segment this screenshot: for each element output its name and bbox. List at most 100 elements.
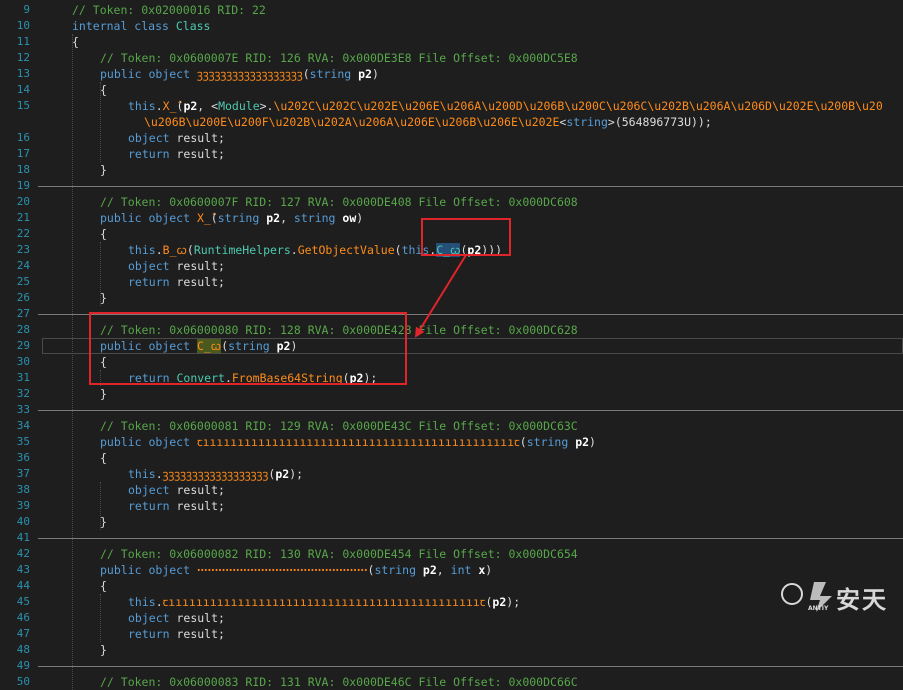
code-text: return result;	[128, 626, 225, 642]
line-number: 46	[16, 611, 30, 624]
code-text: object result;	[128, 258, 225, 274]
code-line[interactable]: 48}	[0, 642, 903, 658]
indent-guide	[100, 82, 101, 162]
code-line[interactable]: 32}	[0, 386, 903, 402]
code-line[interactable]: 9 // Token: 0x02000016 RID: 22	[0, 2, 903, 18]
code-token: result;	[176, 131, 225, 145]
line-number: 12	[16, 51, 30, 64]
code-text: \u206B\u200E\u200F\u202B\u202A\u206A\u20…	[144, 114, 712, 130]
code-line[interactable]: 18}	[0, 162, 903, 178]
code-line[interactable]: 13 public object ꝫꝫꝫꝫꝫꝫꝫꝫꝫꝫꝫꝫꝫꝫꝫꝫꝫꝫ(strin…	[0, 66, 903, 82]
code-line[interactable]: \u206B\u200E\u200F\u202B\u202A\u206A\u20…	[0, 114, 903, 130]
line-number: 21	[16, 211, 30, 224]
code-line[interactable]: 38 object result;	[0, 482, 903, 498]
code-token: .	[155, 99, 163, 113]
code-line[interactable]: 45 this.ꞇıııııııııııııııııııııııııııııııı…	[0, 594, 903, 610]
line-number: 42	[16, 547, 30, 560]
code-token: public	[100, 563, 149, 577]
code-token: ow	[342, 211, 357, 225]
code-token: // Token: 0x06000083 RID: 131 RVA: 0x000…	[100, 675, 578, 689]
code-token: .	[155, 595, 163, 609]
code-editor[interactable]: 9 // Token: 0x02000016 RID: 22 10 internal …	[0, 0, 903, 690]
code-token: ꞏꞏꞏꞏꞏꞏꞏꞏꞏꞏꞏꞏꞏꞏꞏꞏꞏꞏꞏꞏꞏꞏꞏꞏꞏꞏꞏꞏꞏꞏꞏꞏꞏꞏꞏꞏꞏꞏꞏꞏ…	[196, 563, 368, 577]
indent-guide	[72, 34, 73, 690]
code-text: object result;	[128, 130, 225, 146]
code-line[interactable]: 14 {	[0, 82, 903, 98]
code-line[interactable]: 12 // Token: 0x0600007E RID: 126 RVA: 0x0…	[0, 50, 903, 66]
code-token: }	[100, 643, 107, 657]
indent-guide	[100, 594, 101, 642]
code-text: }	[100, 386, 107, 402]
code-token: (	[210, 211, 218, 225]
code-line[interactable]: 50 // Token: 0x06000083 RID: 131 RVA: 0x0…	[0, 674, 903, 690]
code-line[interactable]: 20 // Token: 0x0600007F RID: 127 RVA: 0x0…	[0, 194, 903, 210]
code-token: )	[485, 563, 493, 577]
line-number: 10	[16, 19, 30, 32]
code-line[interactable]: 25 return result;	[0, 274, 903, 290]
code-token: >(564896773U));	[607, 115, 712, 129]
code-line[interactable]: 34 // Token: 0x06000081 RID: 129 RVA: 0x0…	[0, 418, 903, 434]
line-number: 39	[16, 499, 30, 512]
code-line[interactable]: 40}	[0, 514, 903, 530]
code-token: ,	[436, 563, 451, 577]
code-line[interactable]: 30 {	[0, 354, 903, 370]
code-line[interactable]: 44 {	[0, 578, 903, 594]
line-number: 38	[16, 483, 30, 496]
code-line[interactable]: 23 this.B_ꞷ(RuntimeHelpers.GetObjectValue…	[0, 242, 903, 258]
code-line[interactable]: 11 {	[0, 34, 903, 50]
line-number: 33	[16, 403, 30, 416]
line-number: 24	[16, 259, 30, 272]
code-token: string	[374, 563, 423, 577]
code-line[interactable]: 10 internal class Class	[0, 18, 903, 34]
code-token: )	[589, 435, 596, 449]
code-text: {	[100, 578, 107, 594]
code-token: string	[309, 67, 359, 81]
code-token: }	[100, 387, 107, 401]
code-token: this	[128, 243, 156, 257]
code-line[interactable]: 46 object result;	[0, 610, 903, 626]
code-text: internal class Class	[72, 18, 210, 34]
indent-guide	[100, 370, 101, 386]
code-line[interactable]: 47 return result;	[0, 626, 903, 642]
code-line[interactable]: 42 // Token: 0x06000082 RID: 130 RVA: 0x0…	[0, 546, 903, 562]
antiy-watermark: © ANTIY 安天	[780, 578, 892, 614]
code-token: .	[290, 243, 298, 257]
code-line[interactable]: 24 object result;	[0, 258, 903, 274]
code-line[interactable]: 36 {	[0, 450, 903, 466]
code-token: object	[148, 435, 197, 449]
code-token: Class	[175, 19, 211, 33]
code-token: ꝫꝫꝫꝫꝫꝫꝫꝫꝫꝫꝫꝫꝫꝫꝫꝫꝫꝫ	[196, 67, 303, 81]
code-token: }	[100, 163, 107, 177]
code-line[interactable]: 26}	[0, 290, 903, 306]
code-token: >.	[259, 99, 274, 113]
code-token: {	[100, 227, 107, 241]
line-number: 23	[16, 243, 30, 256]
code-token: Convert	[176, 371, 225, 385]
code-token: object	[148, 67, 197, 81]
code-token: RuntimeHelpers	[193, 243, 291, 257]
code-line[interactable]: 37 this.ꝫꝫꝫꝫꝫꝫꝫꝫꝫꝫꝫꝫꝫꝫꝫꝫꝫꝫ(p2);	[0, 466, 903, 482]
line-number: 43	[16, 563, 30, 576]
code-line[interactable]: 35 public object ꞇııııııııııııııııııııııı…	[0, 434, 903, 450]
code-line[interactable]: 39 return result;	[0, 498, 903, 514]
watermark-brand-text: 安天	[836, 586, 888, 614]
code-line[interactable]: 22 {	[0, 226, 903, 242]
code-text: // Token: 0x02000016 RID: 22	[72, 2, 266, 18]
code-line[interactable]: 28 // Token: 0x06000080 RID: 128 RVA: 0x0…	[0, 322, 903, 338]
code-token: , <	[197, 99, 219, 113]
method-separator	[38, 410, 903, 411]
code-line[interactable]: 15 this.X_̂(p2, <Module>.\u202C\u202C\u20…	[0, 98, 903, 114]
code-text: return result;	[128, 274, 225, 290]
code-token: public	[100, 435, 149, 449]
code-line[interactable]: 17 return result;	[0, 146, 903, 162]
code-token: int	[450, 563, 479, 577]
code-token: // Token: 0x06000082 RID: 130 RVA: 0x000…	[100, 547, 578, 561]
line-number: 25	[16, 275, 30, 288]
code-token: this	[401, 243, 430, 257]
code-line[interactable]: 16 object result;	[0, 130, 903, 146]
code-token: p2	[358, 67, 372, 81]
code-text: return result;	[128, 498, 225, 514]
code-line[interactable]: 21 public object X_̂(string p2, string ow…	[0, 210, 903, 226]
code-line[interactable]: 43 public object ꞏꞏꞏꞏꞏꞏꞏꞏꞏꞏꞏꞏꞏꞏꞏꞏꞏꞏꞏꞏꞏꞏꞏꞏ…	[0, 562, 903, 578]
code-line[interactable]: 31 return Convert.FromBase64String(p2);	[0, 370, 903, 386]
